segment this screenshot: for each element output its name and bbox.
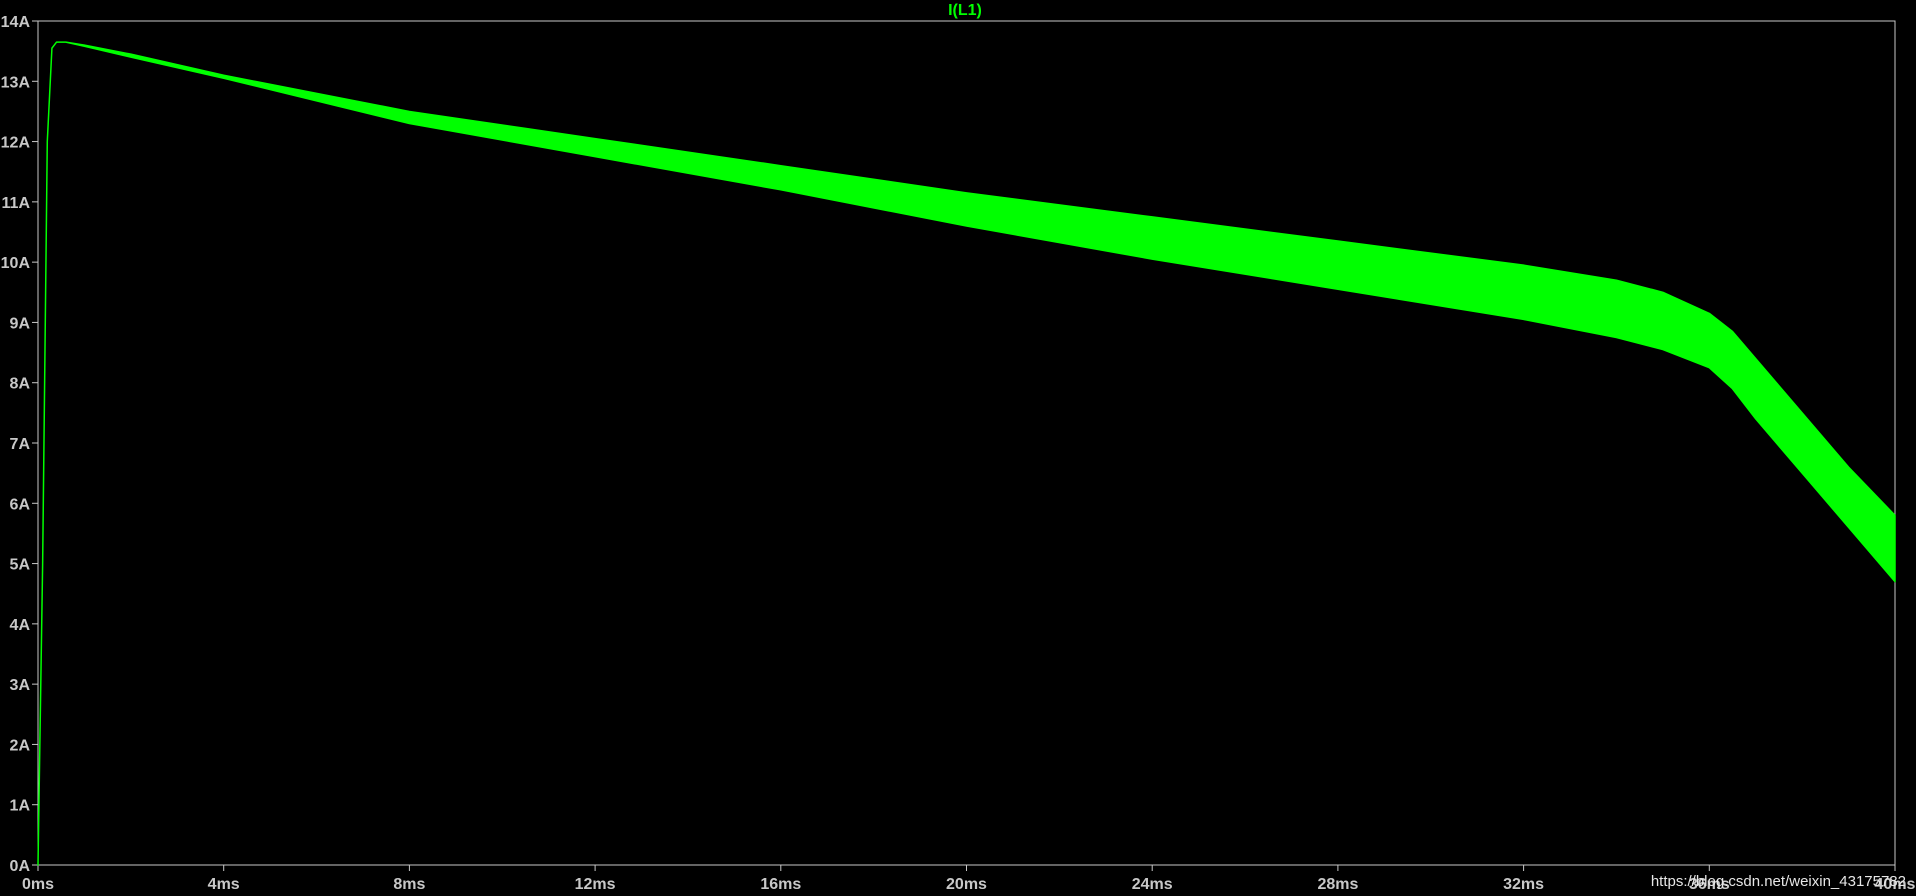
y-axis: 0A 1A 2A 3A 4A 5A 6A 7A 8A 9A 10A 11A 12A 13A 14A bbox=[1, 14, 38, 875]
plot-frame bbox=[37, 20, 1896, 866]
x-tick-label: 8ms bbox=[393, 876, 425, 893]
y-tick-label: 14A bbox=[1, 14, 31, 31]
y-tick-label: 4A bbox=[10, 617, 31, 634]
y-tick-label: 8A bbox=[10, 376, 31, 393]
y-tick-label: 0A bbox=[10, 858, 31, 875]
chart: I(L1) 0A 1A 2A 3A 4A 5A 6A 7A 8A 9A 10A 11A 12A 13A 14… bbox=[1, 2, 1916, 893]
trace-layer bbox=[37, 41, 1896, 866]
trace-title[interactable]: I(L1) bbox=[948, 2, 982, 19]
series-trace-I(L1) bbox=[37, 41, 1896, 866]
y-tick-label: 9A bbox=[10, 315, 31, 332]
y-tick-label: 6A bbox=[10, 496, 31, 513]
y-tick-label: 7A bbox=[10, 436, 31, 453]
x-axis: 0ms 4ms 8ms 12ms 16ms 20ms 24ms 28ms 32ms 36ms 40m… bbox=[22, 865, 1916, 893]
y-tick-label: 12A bbox=[1, 135, 31, 152]
x-tick-label: 24ms bbox=[1132, 876, 1173, 893]
y-tick-label: 11A bbox=[2, 195, 31, 212]
x-tick-label: 16ms bbox=[760, 876, 801, 893]
y-tick-label: 5A bbox=[10, 557, 31, 574]
x-tick-label: 12ms bbox=[575, 876, 616, 893]
y-tick-label: 3A bbox=[10, 677, 31, 694]
x-tick-label: 32ms bbox=[1503, 876, 1544, 893]
x-tick-label: 20ms bbox=[946, 876, 987, 893]
x-tick-label: 28ms bbox=[1317, 876, 1358, 893]
x-tick-label: 4ms bbox=[208, 876, 240, 893]
y-tick-label: 10A bbox=[1, 255, 31, 272]
x-tick-label: 0ms bbox=[22, 876, 54, 893]
watermark: https://blog.csdn.net/weixin_43175782 bbox=[1650, 873, 1906, 890]
y-tick-label: 1A bbox=[10, 798, 31, 815]
y-tick-label: 2A bbox=[10, 737, 31, 754]
y-tick-label: 13A bbox=[1, 74, 31, 91]
